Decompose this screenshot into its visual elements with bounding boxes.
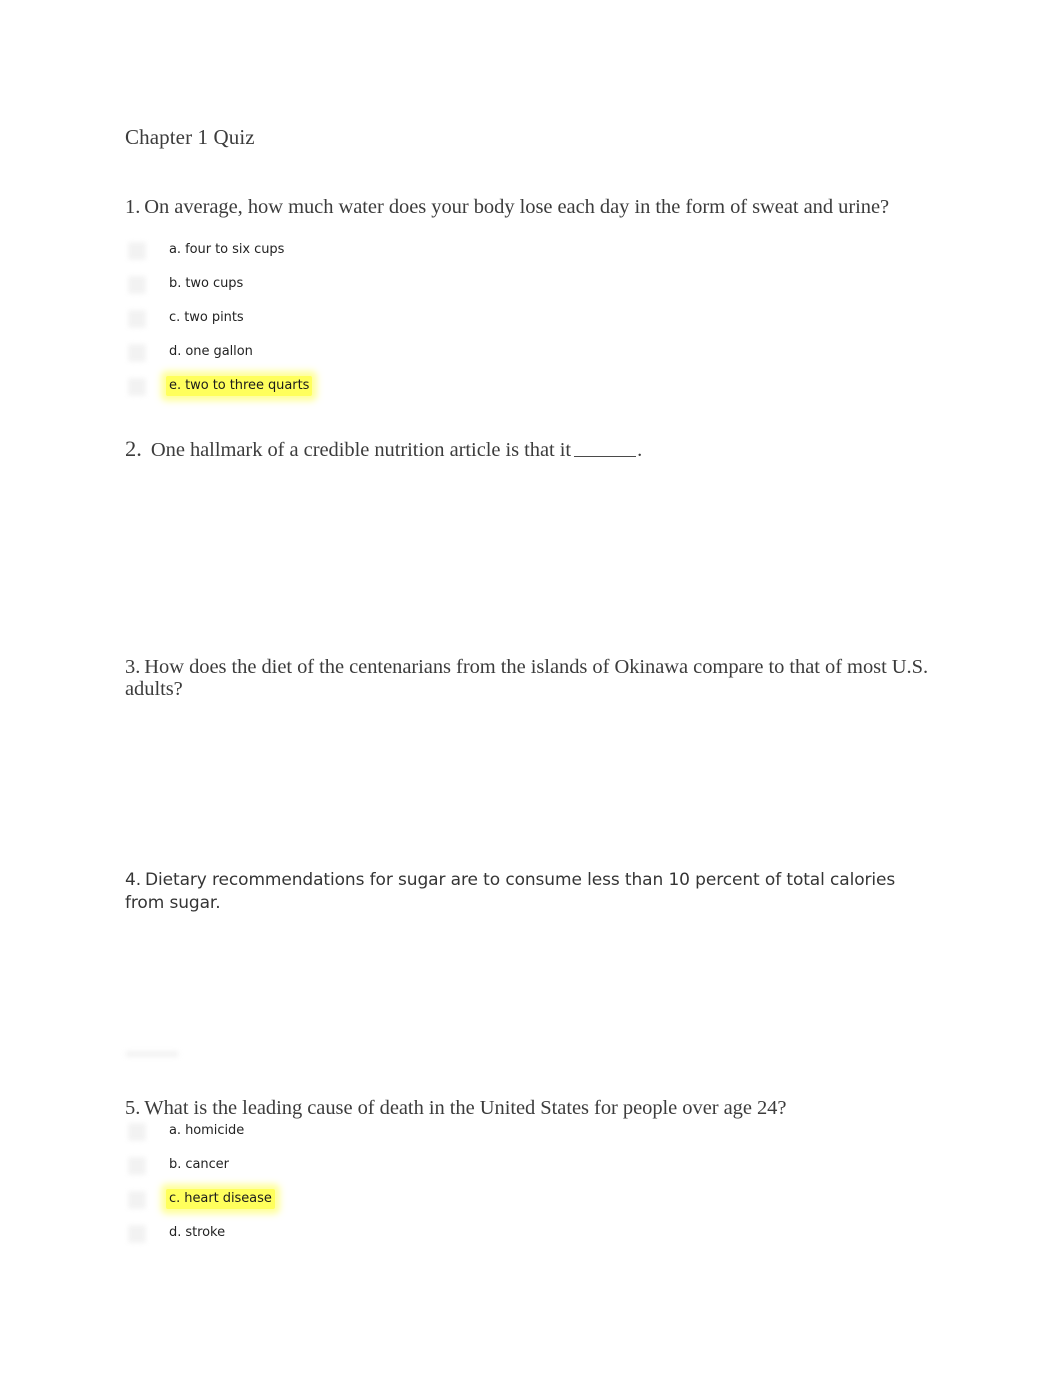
radio-button-icon[interactable] [128, 344, 146, 362]
option-label[interactable]: d. one gallon [166, 342, 256, 362]
option-label[interactable]: b. cancer [166, 1155, 232, 1175]
radio-button-icon[interactable] [128, 276, 146, 294]
radio-button-icon[interactable] [128, 242, 146, 260]
option-label[interactable]: a. four to six cups [166, 240, 287, 260]
question-5-stem: What is the leading cause of death in th… [144, 1097, 787, 1119]
page-title: Chapter 1 Quiz [125, 125, 255, 149]
option-row[interactable]: c. two pints [125, 308, 312, 342]
option-row[interactable]: a. homicide [125, 1121, 275, 1155]
fill-in-blank[interactable] [574, 443, 637, 457]
question-1-number: 1. [125, 196, 141, 218]
question-4: 4. Dietary recommendations for sugar are … [125, 869, 937, 915]
radio-button-icon[interactable] [128, 1225, 146, 1243]
option-row[interactable]: e. two to three quarts [125, 376, 313, 410]
option-label-highlighted[interactable]: e. two to three quarts [166, 376, 313, 396]
question-3-number: 3. [125, 656, 141, 678]
question-3-stem: How does the diet of the centenarians fr… [125, 656, 929, 700]
radio-button-icon[interactable] [128, 378, 146, 396]
question-5-options: a. homicide b. cancer c. heart disease d… [125, 1121, 275, 1257]
radio-button-icon[interactable] [128, 1191, 146, 1209]
question-2-stem: One hallmark of a credible nutrition art… [150, 439, 572, 461]
option-label[interactable]: c. two pints [166, 308, 247, 328]
question-3: 3. How does the diet of the centenarians … [125, 656, 937, 700]
question-1-stem: On average, how much water does your bod… [144, 196, 890, 218]
radio-button-icon[interactable] [128, 1123, 146, 1141]
question-5: 5. What is the leading cause of death in … [125, 1097, 937, 1119]
option-row[interactable]: a. four to six cups [125, 240, 312, 274]
option-row[interactable]: d. stroke [125, 1223, 275, 1257]
question-2-number: 2. [125, 436, 142, 461]
option-label-highlighted[interactable]: c. heart disease [166, 1189, 275, 1209]
option-row[interactable]: b. cancer [125, 1155, 275, 1189]
question-1: 1. On average, how much water does your b… [125, 196, 937, 218]
option-label[interactable]: a. homicide [166, 1121, 247, 1141]
option-row[interactable]: c. heart disease [125, 1189, 275, 1223]
option-row[interactable]: d. one gallon [125, 342, 312, 376]
radio-button-icon[interactable] [128, 1157, 146, 1175]
option-label[interactable]: b. two cups [166, 274, 246, 294]
question-1-options: a. four to six cups b. two cups c. two p… [125, 240, 313, 410]
option-row[interactable]: b. two cups [125, 274, 312, 308]
question-5-number: 5. [125, 1097, 141, 1119]
document-page: Chapter 1 Quiz 1. On average, how much wa… [0, 0, 1062, 1377]
question-2-stem-end: . [637, 439, 643, 461]
question-4-number: 4. [125, 870, 142, 890]
question-2: 2. One hallmark of a credible nutrition … [125, 436, 937, 461]
scan-artifact-smudge [126, 1052, 178, 1056]
question-4-stem: Dietary recommendations for sugar are to… [125, 870, 896, 913]
radio-button-icon[interactable] [128, 310, 146, 328]
option-label[interactable]: d. stroke [166, 1223, 228, 1243]
